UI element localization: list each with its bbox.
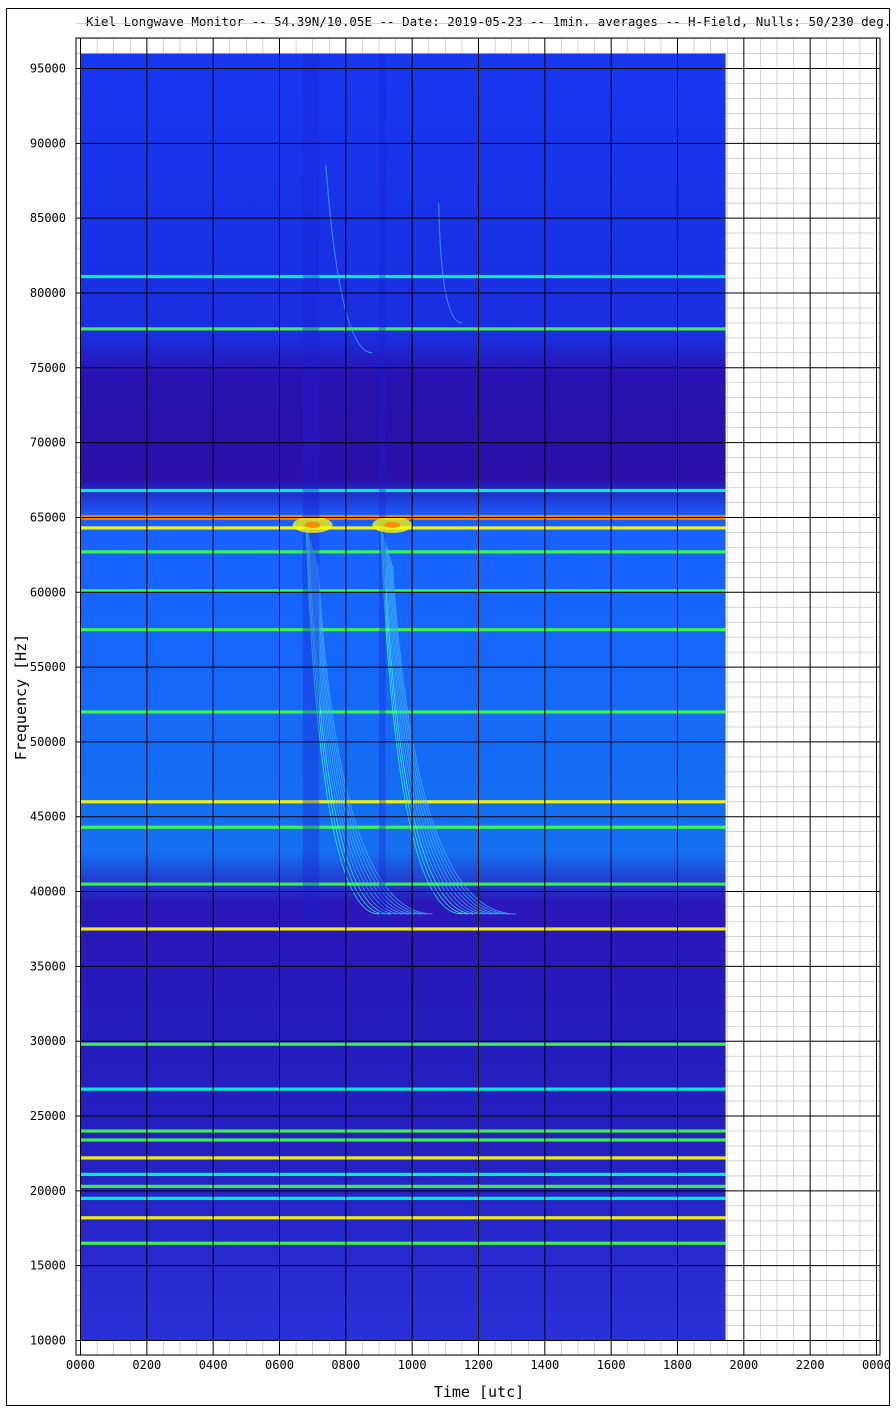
y-tick-label: 35000: [30, 959, 66, 973]
y-tick-label: 10000: [30, 1334, 66, 1348]
y-tick-label: 45000: [30, 810, 66, 824]
y-tick-label: 65000: [30, 510, 66, 524]
frequency-band: [80, 882, 726, 886]
frequency-band: [80, 825, 726, 829]
y-tick-label: 40000: [30, 885, 66, 899]
x-tick-labels: 0000 0200 0400 0600 0800 1000 1200 1400 1600 1800…: [66, 1358, 891, 1372]
y-tick-label: 20000: [30, 1184, 66, 1198]
y-tick-label: 90000: [30, 136, 66, 150]
y-tick-label: 55000: [30, 660, 66, 674]
y-tick-label: 30000: [30, 1034, 66, 1048]
frequency-band: [80, 1087, 726, 1091]
frequency-band: [80, 550, 726, 554]
frequency-band: [80, 628, 726, 632]
y-tick-label: 15000: [30, 1259, 66, 1273]
frequency-band: [80, 488, 726, 493]
y-tick-label: 25000: [30, 1109, 66, 1123]
y-tick-label: 80000: [30, 286, 66, 300]
x-tick-label: 1200: [464, 1358, 493, 1372]
x-tick-label: 1600: [597, 1358, 626, 1372]
dropout-column: [302, 53, 320, 922]
y-tick-label: 50000: [30, 735, 66, 749]
frequency-band: [80, 1172, 726, 1176]
frequency-band: [80, 1241, 726, 1245]
frequency-band: [80, 1216, 726, 1220]
dropout-column: [379, 53, 386, 922]
y-tick-label: 60000: [30, 585, 66, 599]
x-tick-label: 0000: [862, 1358, 891, 1372]
frequency-band: [80, 327, 726, 331]
x-tick-label: 1000: [398, 1358, 427, 1372]
y-tick-label: 85000: [30, 211, 66, 225]
frequency-band: [80, 1196, 726, 1200]
frequency-band: [80, 1042, 726, 1046]
x-tick-label: 0200: [132, 1358, 161, 1372]
x-tick-label: 0000: [66, 1358, 95, 1372]
hotspot-core: [304, 521, 321, 528]
hotspot-core: [384, 521, 401, 528]
frequency-band: [80, 1129, 726, 1133]
frequency-band: [80, 1138, 726, 1142]
x-tick-label: 2200: [796, 1358, 825, 1372]
y-tick-labels: 10000 15000 20000 25000 30000 35000 40000 45000…: [30, 62, 66, 1348]
x-tick-label: 0800: [331, 1358, 360, 1372]
frequency-band: [80, 927, 726, 931]
y-tick-label: 75000: [30, 361, 66, 375]
x-tick-label: 1400: [530, 1358, 559, 1372]
x-tick-label: 0600: [265, 1358, 294, 1372]
frequency-band: [80, 274, 726, 279]
frequency-band: [80, 1156, 726, 1160]
spectrogram-chart: 0000 0200 0400 0600 0800 1000 1200 1400 1600 1800…: [30, 23, 891, 1372]
x-tick-label: 0400: [199, 1358, 228, 1372]
y-tick-label: 95000: [30, 62, 66, 76]
x-tick-label: 2000: [729, 1358, 758, 1372]
frequency-band: [80, 1184, 726, 1188]
y-tick-label: 70000: [30, 436, 66, 450]
frequency-band: [80, 800, 726, 804]
x-tick-label: 1800: [663, 1358, 692, 1372]
